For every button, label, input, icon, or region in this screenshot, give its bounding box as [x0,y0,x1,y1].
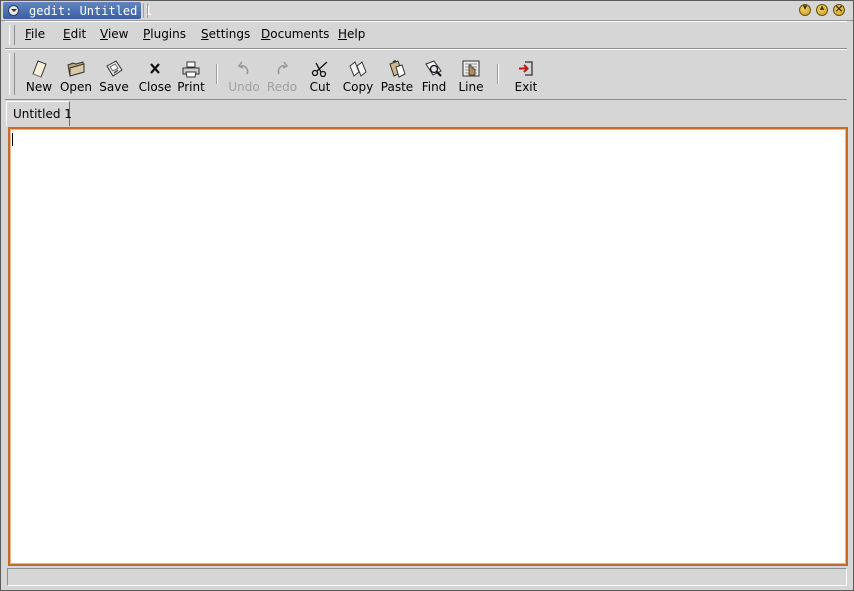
close-window-button[interactable] [833,2,845,16]
paste-button[interactable]: Paste [378,50,416,99]
open-button[interactable]: Open [59,50,93,99]
printer-icon [182,61,200,78]
exit-door-icon [519,61,533,76]
toolbar-handle[interactable] [9,53,15,95]
menu-settings[interactable]: Settings [201,27,250,41]
goto-line-icon [462,60,480,77]
toolbar: New Open Save Close Print Undo Redo Cut … [5,49,847,100]
print-button[interactable]: Print [175,50,207,99]
menu-file[interactable]: File [25,27,45,41]
redo-button[interactable]: Redo [265,50,299,99]
title-grip [143,3,151,18]
menu-edit[interactable]: Edit [63,27,86,41]
editor-frame [8,127,848,566]
paste-clipboard-icon [389,60,406,78]
menu-view[interactable]: View [100,27,128,41]
cut-button[interactable]: Cut [304,50,336,99]
find-button[interactable]: Find [418,50,450,99]
copy-pages-icon [349,61,367,77]
document-tabs: Untitled 1 [5,100,847,127]
scissors-icon [311,61,328,78]
gedit-window: gedit: Untitled 1 File Edit View Plugins… [0,0,854,591]
text-caret [12,133,13,146]
save-disk-icon [106,60,123,77]
menu-help[interactable]: Help [338,27,365,41]
tab-untitled-1[interactable]: Untitled 1 [6,101,72,126]
text-editor[interactable] [12,131,844,562]
menu-plugins[interactable]: Plugins [143,27,186,41]
undo-button[interactable]: Undo [227,50,261,99]
close-button[interactable]: Close [135,50,175,99]
minimize-button[interactable] [799,3,811,16]
open-folder-icon [67,61,85,77]
status-bar [7,568,847,586]
title-tab[interactable]: gedit: Untitled 1 [3,2,152,19]
goto-line-button[interactable]: Line [455,50,487,99]
menubar-handle[interactable] [9,25,15,45]
new-button[interactable]: New [23,50,55,99]
tab-label: Untitled 1 [13,107,72,121]
undo-arrow-icon [237,61,249,75]
maximize-button[interactable] [816,3,828,16]
toolbar-separator [216,64,218,84]
save-button[interactable]: Save [97,50,131,99]
exit-button[interactable]: Exit [509,50,543,99]
close-x-icon [150,63,160,74]
copy-button[interactable]: Copy [340,50,376,99]
window-title: gedit: Untitled 1 [29,4,152,18]
find-magnifier-icon [425,60,442,77]
menu-bar: File Edit View Plugins Settings Document… [5,21,847,49]
new-document-icon [32,60,47,78]
redo-arrow-icon [277,61,289,75]
title-bar[interactable]: gedit: Untitled 1 [1,1,853,21]
window-menu-icon[interactable] [8,5,19,16]
toolbar-separator [497,64,499,84]
menu-documents[interactable]: Documents [261,27,329,41]
